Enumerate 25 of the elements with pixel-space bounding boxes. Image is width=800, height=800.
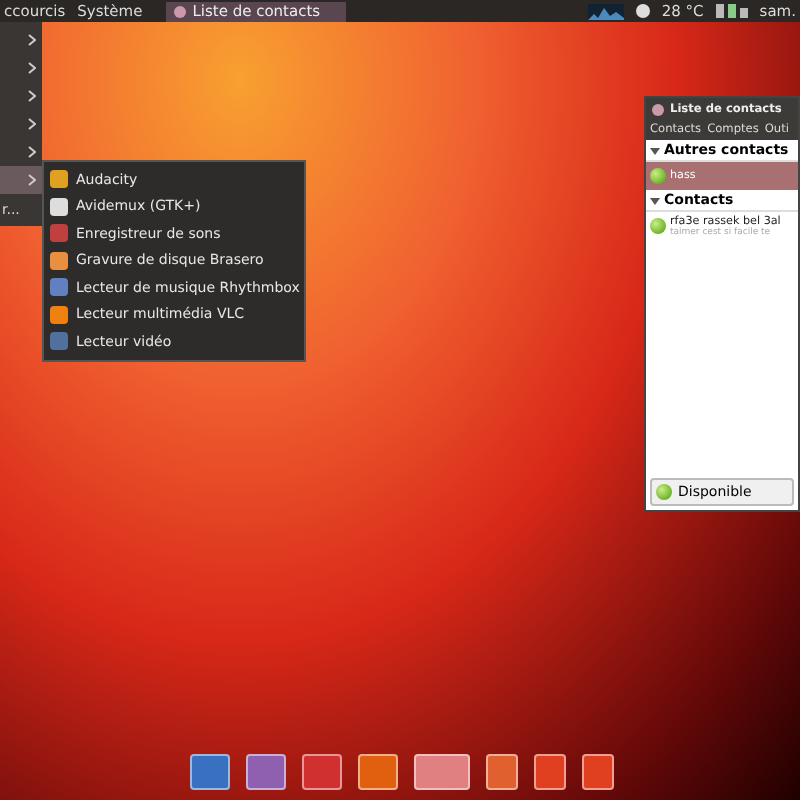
expander-icon[interactable] — [650, 145, 660, 155]
status-icon — [656, 484, 672, 500]
workspace-thumbnail[interactable] — [534, 754, 566, 790]
status-icon — [650, 168, 666, 184]
chat-icon — [174, 5, 187, 17]
chevron-right-icon — [28, 146, 36, 158]
network-icon — [715, 4, 748, 18]
workspace-thumbnail[interactable] — [582, 754, 614, 790]
workspace-thumbnail[interactable] — [486, 754, 518, 790]
status-icon — [650, 218, 666, 234]
chevron-right-icon — [28, 62, 36, 74]
dock-icon[interactable] — [302, 754, 342, 790]
chevron-right-icon — [28, 90, 36, 102]
cpu-graph-icon — [587, 3, 624, 19]
chevron-right-icon — [28, 174, 36, 186]
chevron-right-icon — [28, 118, 36, 130]
dock-icon[interactable] — [414, 754, 470, 790]
dock-icon[interactable] — [358, 754, 398, 790]
dock-icon[interactable] — [190, 754, 230, 790]
dock-icon[interactable] — [246, 754, 286, 790]
weather-icon — [635, 4, 650, 18]
chat-icon — [652, 103, 664, 115]
menu-item[interactable] — [0, 166, 42, 194]
expander-icon[interactable] — [650, 195, 660, 205]
chevron-right-icon — [28, 34, 36, 46]
